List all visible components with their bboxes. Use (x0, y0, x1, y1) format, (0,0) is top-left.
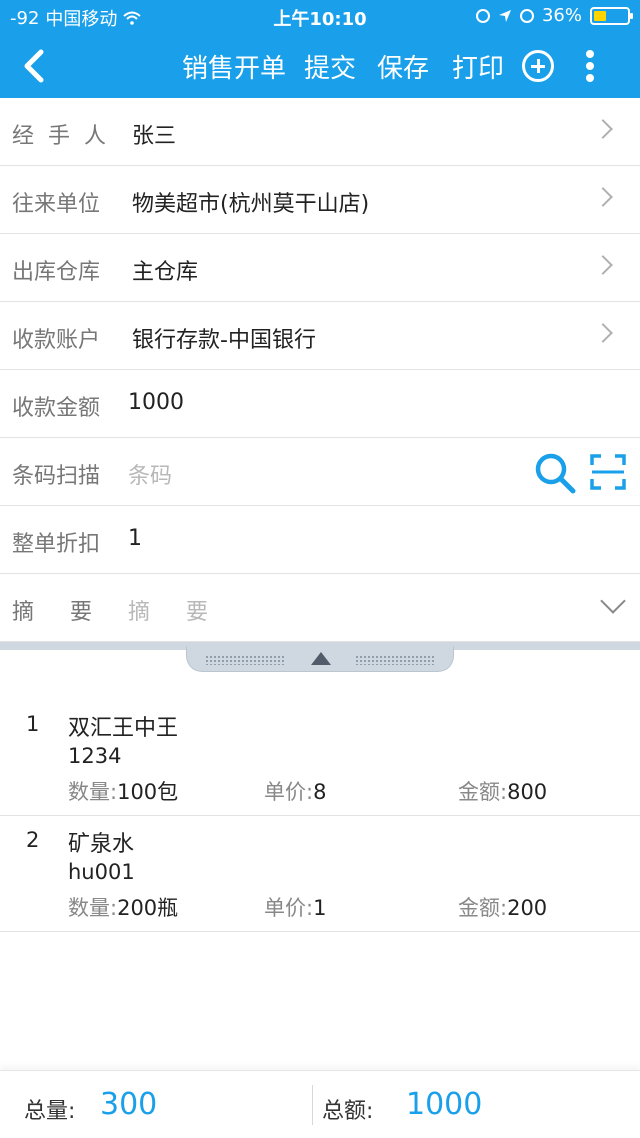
item-name: 双汇王中王 (68, 716, 179, 741)
chevron-right-icon (593, 187, 613, 207)
warehouse-row[interactable]: 出库仓库 主仓库 (0, 234, 640, 302)
chevron-right-icon (593, 255, 613, 275)
qty-value: 200瓶 (117, 896, 179, 920)
app-header: -92 中国移动 上午10:10 36% 销售开单 提交 保存 打印 (0, 0, 640, 98)
list-item[interactable]: 1 双汇王中王 1234 数量:100包 单价:8 金额:800 (0, 700, 640, 816)
location-icon (498, 9, 511, 22)
discount-label: 整单折扣 (12, 532, 101, 557)
barcode-label: 条码扫描 (12, 464, 101, 489)
search-icon[interactable] (534, 452, 576, 494)
warehouse-label: 出库仓库 (12, 260, 101, 285)
amount-value: 800 (507, 780, 548, 804)
partner-label: 往来单位 (12, 192, 101, 217)
item-code: hu001 (68, 860, 135, 884)
chevron-right-icon (593, 119, 613, 139)
item-price: 单价:1 (264, 892, 326, 922)
totals-footer: 总量: 300 总额: 1000 (0, 1070, 640, 1138)
collapse-arrow-icon (311, 652, 331, 665)
order-form: 经手人 张三 往来单位 物美超市(杭州莫干山店) 出库仓库 主仓库 收款账户 银… (0, 98, 640, 642)
qty-label: 数量: (68, 896, 118, 920)
qty-label: 数量: (68, 780, 118, 804)
item-list: 1 双汇王中王 1234 数量:100包 单价:8 金额:800 2 矿泉水 h… (0, 700, 640, 932)
memo-input[interactable]: 摘要 (128, 594, 244, 626)
footer-divider (312, 1085, 313, 1125)
total-qty-value: 300 (100, 1087, 158, 1122)
handler-value: 张三 (132, 124, 177, 149)
partner-value: 物美超市(杭州莫干山店) (132, 192, 370, 217)
item-index: 2 (26, 828, 40, 852)
account-value: 银行存款-中国银行 (132, 328, 316, 353)
qty-value: 100包 (117, 780, 179, 804)
page-title: 销售开单 (182, 54, 287, 84)
amount-row: 收款金额 1000 (0, 370, 640, 438)
memo-row: 摘要 摘要 (0, 574, 640, 642)
amount-label: 金额: (458, 896, 508, 920)
handler-label: 经手人 (12, 124, 121, 149)
barcode-input[interactable]: 条码 (128, 458, 172, 490)
barcode-row: 条码扫描 条码 (0, 438, 640, 506)
chevron-right-icon (593, 323, 613, 343)
scan-icon[interactable] (590, 454, 626, 490)
item-qty: 数量:100包 (68, 776, 178, 806)
back-icon (24, 49, 44, 83)
alarm-icon (519, 8, 534, 23)
battery-icon (590, 6, 633, 25)
discount-field[interactable]: 1 (128, 526, 142, 551)
discount-row: 整单折扣 1 (0, 506, 640, 574)
battery-percent: 36% (541, 5, 582, 26)
price-value: 8 (313, 780, 327, 804)
item-amount: 金额:800 (458, 776, 547, 806)
warehouse-value: 主仓库 (132, 260, 199, 285)
amount-label: 金额: (458, 780, 508, 804)
price-label: 单价: (264, 780, 314, 804)
status-bar: -92 中国移动 上午10:10 36% (0, 0, 640, 34)
print-button[interactable]: 打印 (452, 48, 504, 85)
rotation-lock-icon (475, 8, 490, 23)
memo-label: 摘要 (12, 600, 129, 625)
back-button[interactable] (14, 44, 54, 88)
total-qty-label: 总量: (24, 1099, 76, 1124)
item-qty: 数量:200瓶 (68, 892, 178, 922)
amount-field[interactable]: 1000 (128, 390, 184, 415)
list-item[interactable]: 2 矿泉水 hu001 数量:200瓶 单价:1 金额:200 (0, 816, 640, 932)
item-amount: 金额:200 (458, 892, 547, 922)
account-row[interactable]: 收款账户 银行存款-中国银行 (0, 302, 640, 370)
amount-value: 200 (507, 896, 548, 920)
item-code: 1234 (68, 744, 122, 768)
grip-dots (205, 655, 285, 665)
account-label: 收款账户 (12, 328, 101, 353)
grip-dots (355, 655, 435, 665)
save-button[interactable]: 保存 (377, 48, 429, 85)
amount-label: 收款金额 (12, 396, 101, 421)
nav-bar: 销售开单 提交 保存 打印 (0, 34, 640, 98)
partner-row[interactable]: 往来单位 物美超市(杭州莫干山店) (0, 166, 640, 234)
item-price: 单价:8 (264, 776, 326, 806)
item-name: 矿泉水 (68, 832, 135, 857)
handler-row[interactable]: 经手人 张三 (0, 98, 640, 166)
collapse-handle[interactable] (186, 646, 454, 672)
total-amount-label: 总额: (322, 1099, 374, 1124)
price-value: 1 (313, 896, 327, 920)
plus-icon[interactable] (522, 50, 554, 82)
more-icon[interactable] (578, 46, 602, 86)
total-amount-value: 1000 (406, 1087, 483, 1122)
item-index: 1 (26, 712, 40, 736)
submit-button[interactable]: 提交 (304, 48, 356, 85)
price-label: 单价: (264, 896, 314, 920)
status-right: 36% (475, 5, 633, 26)
chevron-down-icon[interactable] (600, 588, 626, 614)
